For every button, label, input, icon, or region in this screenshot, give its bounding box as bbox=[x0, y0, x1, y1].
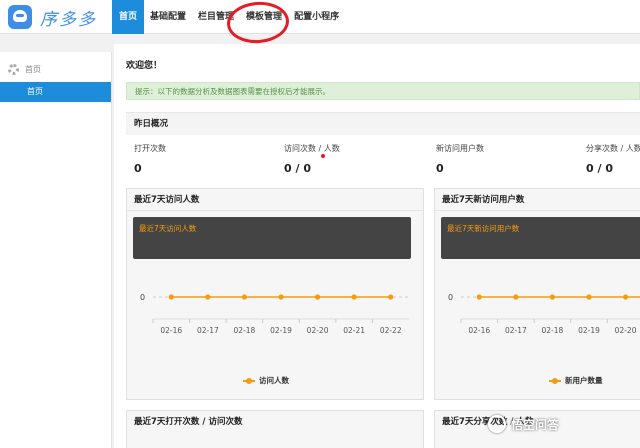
nav-item-template-manage[interactable]: 模板管理 bbox=[240, 0, 288, 34]
data-point bbox=[586, 294, 592, 300]
legend-marker bbox=[549, 377, 561, 384]
chart-card-visitors: 最近7天访问人数 最近7天访问人数 0 02-16 02-17 02-18 02-19 0… bbox=[126, 188, 424, 400]
x-tick-label: 02-16 bbox=[468, 326, 490, 335]
card-title: 最近7天新访问用户数 bbox=[435, 189, 640, 211]
x-tick-label: 02-18 bbox=[542, 326, 564, 335]
nav-item-miniprogram-config[interactable]: 配置小程序 bbox=[288, 0, 345, 34]
stat-value: 0 / 0 bbox=[284, 162, 311, 175]
tooltip-text: 最近7天访问人数 bbox=[139, 224, 197, 233]
stat-label: 打开次数 bbox=[134, 144, 166, 153]
x-tick-label: 02-16 bbox=[160, 326, 182, 335]
chart-legend[interactable]: 访问人数 bbox=[243, 375, 289, 386]
watermark-logo-icon bbox=[488, 415, 506, 433]
visitors-line-chart: 0 02-16 02-17 02-18 02-19 02-20 02-21 02-22 bbox=[140, 293, 409, 335]
data-point bbox=[205, 294, 211, 300]
stat-value: 0 / 0 bbox=[586, 162, 613, 175]
stat-label: 分享次数 / 人数 bbox=[586, 144, 640, 153]
x-tick-label: 02-20 bbox=[615, 326, 637, 335]
stat-visits: 访问次数 / 人数 0 / 0 bbox=[284, 143, 340, 175]
chart-card-new-users: 最近7天新访问用户数 最近7天新访问用户数 0 02-16 02-17 02-18 02… bbox=[434, 188, 640, 400]
data-point bbox=[168, 294, 174, 300]
x-tick-label: 02-20 bbox=[307, 326, 329, 335]
chart-legend[interactable]: 新用户数量 bbox=[549, 375, 603, 386]
nav-item-home[interactable]: 首页 bbox=[112, 0, 145, 34]
data-point bbox=[549, 294, 556, 300]
nav-item-column-manage[interactable]: 栏目管理 bbox=[192, 0, 240, 34]
sidebar: 首页 首页 bbox=[0, 52, 112, 448]
top-bar: 序多多 首页 基础配置 栏目管理 模板管理 配置小程序 bbox=[0, 0, 640, 34]
y-tick-label: 0 bbox=[448, 293, 453, 302]
stat-new-users: 新访问用户数 0 bbox=[436, 143, 484, 175]
main-nav: 首页 基础配置 栏目管理 模板管理 配置小程序 bbox=[112, 0, 345, 34]
data-point bbox=[513, 294, 519, 300]
logo-text: 序多多 bbox=[40, 9, 97, 30]
stat-value: 0 bbox=[436, 162, 444, 175]
main-content: 欢迎您！ 提示：以下的数据分析及数据图表需要在授权后才能展示。 昨日概况 打开次… bbox=[114, 44, 640, 448]
y-tick-label: 0 bbox=[140, 293, 145, 302]
data-point bbox=[351, 294, 357, 300]
x-tick-label: 02-22 bbox=[380, 326, 402, 335]
data-point bbox=[314, 294, 321, 300]
tooltip-text: 最近7天新访问用户数 bbox=[447, 224, 520, 233]
x-tick-label: 02-17 bbox=[197, 326, 219, 335]
data-point bbox=[622, 294, 629, 300]
sidebar-item-home[interactable]: 首页 bbox=[0, 82, 111, 102]
x-tick-label: 02-19 bbox=[270, 326, 292, 335]
welcome-text: 欢迎您！ bbox=[126, 61, 163, 71]
panel-title: 昨日概况 bbox=[126, 113, 640, 135]
nav-item-basic-config[interactable]: 基础配置 bbox=[144, 0, 192, 34]
sidebar-group-label: 首页 bbox=[25, 64, 41, 74]
chart-card-opens-visits: 最近7天打开次数 / 访问次数 bbox=[126, 410, 424, 448]
chart-tooltip: 最近7天访问人数 bbox=[133, 217, 411, 259]
x-tick-label: 02-17 bbox=[505, 326, 527, 335]
data-point bbox=[278, 294, 284, 300]
red-dot-marker bbox=[321, 154, 325, 158]
card-title: 最近7天打开次数 / 访问次数 bbox=[134, 417, 243, 427]
x-tick-label: 02-18 bbox=[234, 326, 256, 335]
data-point bbox=[241, 294, 248, 300]
data-point bbox=[476, 294, 482, 300]
tip-banner: 提示：以下的数据分析及数据图表需要在授权后才能展示。 bbox=[126, 82, 640, 100]
gear-icon bbox=[8, 63, 19, 75]
stat-label: 访问次数 / 人数 bbox=[284, 144, 340, 153]
x-tick-label: 02-19 bbox=[578, 326, 600, 335]
stat-value: 0 bbox=[134, 162, 142, 175]
legend-label: 新用户数量 bbox=[565, 376, 603, 385]
legend-label: 访问人数 bbox=[259, 376, 289, 385]
x-tick-label: 02-21 bbox=[343, 326, 365, 335]
card-title: 最近7天访问人数 bbox=[127, 189, 423, 211]
watermark-text: 悟空问答 bbox=[511, 417, 560, 432]
new-users-line-chart: 002-1602-1702-1802-1902-2002-2102-22 bbox=[448, 293, 640, 335]
watermark: 悟空问答 bbox=[488, 412, 559, 436]
stat-label: 新访问用户数 bbox=[436, 144, 484, 153]
sidebar-group-home[interactable]: 首页 bbox=[0, 56, 111, 82]
logo-icon bbox=[8, 5, 32, 29]
data-point bbox=[388, 294, 394, 300]
stat-shares: 分享次数 / 人数 0 / 0 bbox=[586, 143, 640, 175]
app-logo[interactable]: 序多多 bbox=[8, 3, 97, 31]
chart-tooltip: 最近7天新访问用户数 bbox=[441, 217, 640, 259]
stat-open-count: 打开次数 0 bbox=[134, 143, 166, 175]
legend-marker bbox=[243, 377, 255, 384]
